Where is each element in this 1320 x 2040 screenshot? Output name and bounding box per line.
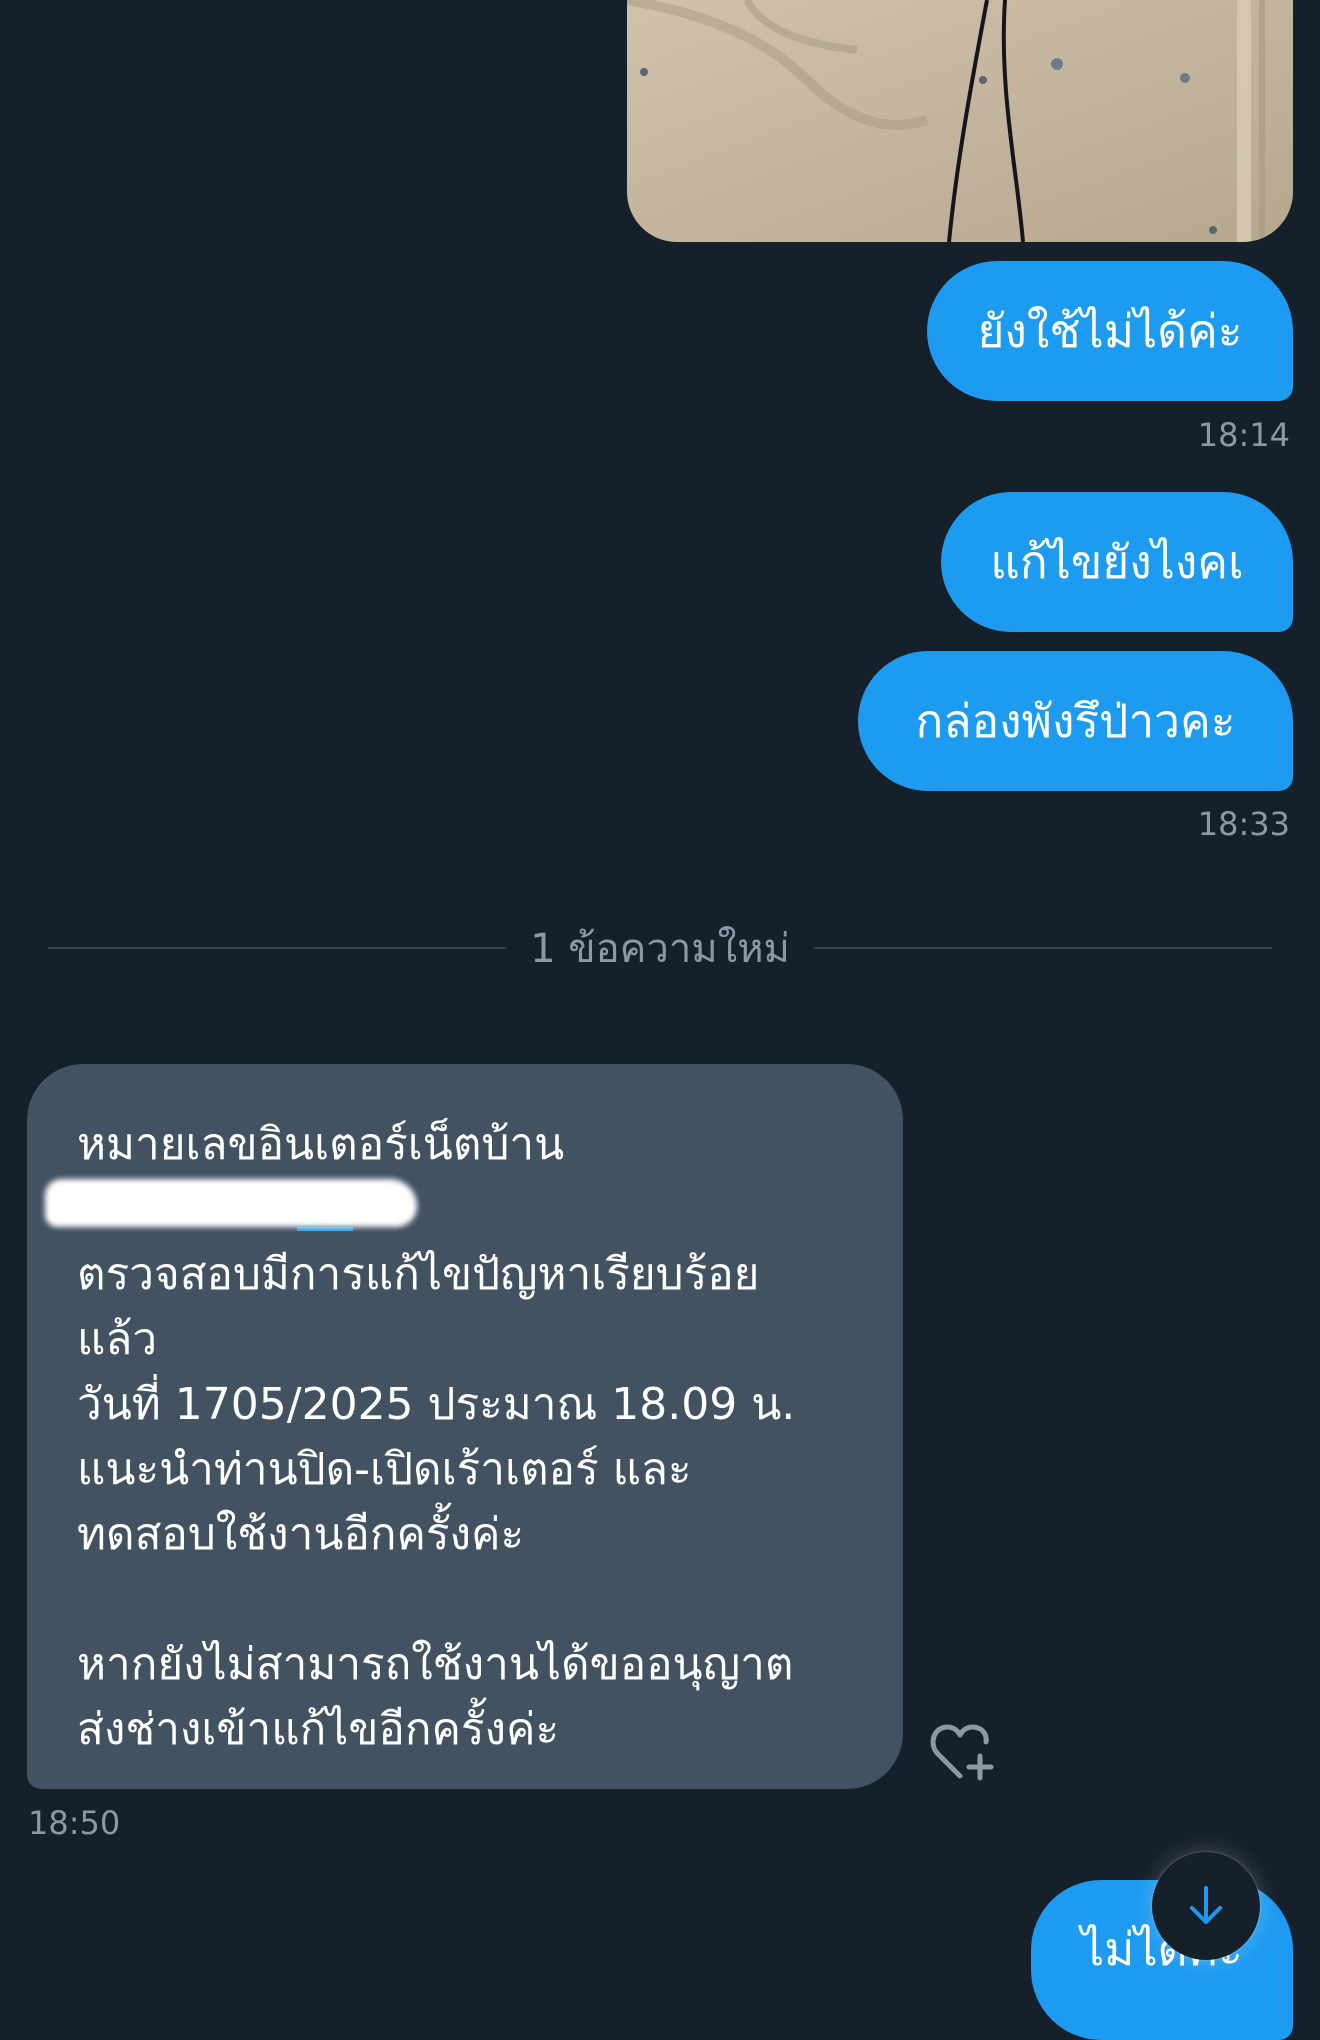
message-line: แนะนำท่านปิด-เปิดเร้าเตอร์ และ — [77, 1444, 692, 1495]
message-text: แก้ไขยังไงคเ — [990, 535, 1244, 589]
message-timestamp: 18:50 — [28, 1804, 121, 1842]
message-text: ยังใช้ไม่ได้ค่ะ — [977, 304, 1243, 358]
new-messages-label: 1 ข้อความใหม่ — [530, 926, 790, 972]
message-line: หมายเลขอินเตอร์เน็ตบ้าน — [77, 1119, 565, 1170]
attached-photo[interactable] — [627, 0, 1293, 242]
incoming-message-bubble[interactable]: หมายเลขอินเตอร์เน็ตบ้าน 92 ตรวจสอบมีการแ… — [27, 1064, 903, 1789]
arrow-down-icon — [1190, 1886, 1222, 1924]
account-number-link[interactable]: 92 — [45, 1177, 853, 1242]
divider-line — [813, 947, 1272, 949]
message-timestamp: 18:14 — [1197, 416, 1290, 454]
message-line: ตรวจสอบมีการแก้ไขปัญหาเรียบร้อย — [77, 1249, 760, 1300]
heart-plus-icon[interactable] — [930, 1722, 996, 1782]
message-line: ส่งช่างเข้าแก้ไขอีกครั้งค่ะ — [77, 1704, 560, 1755]
message-line: ทดสอบใช้งานอีกครั้งค่ะ — [77, 1509, 525, 1560]
new-messages-divider: 1 ข้อความใหม่ — [48, 918, 1272, 978]
outgoing-message-bubble[interactable]: กล่องพังรึป่าวคะ — [858, 651, 1293, 791]
message-text: กล่องพังรึป่าวคะ — [915, 694, 1236, 748]
redaction-mark — [45, 1179, 417, 1227]
outgoing-message-bubble[interactable]: ยังใช้ไม่ได้ค่ะ — [927, 261, 1293, 401]
message-timestamp: 18:33 — [1197, 805, 1290, 843]
message-line: วันที่ 1705/2025 ประมาณ 18.09 น. — [77, 1379, 796, 1430]
message-line: แล้ว — [77, 1314, 158, 1365]
scroll-to-bottom-button[interactable] — [1152, 1852, 1260, 1960]
message-line: หากยังไม่สามารถใช้งานได้ขออนุญาต — [77, 1639, 794, 1690]
divider-line — [48, 947, 507, 949]
outgoing-message-bubble[interactable]: แก้ไขยังไงคเ — [941, 492, 1293, 632]
